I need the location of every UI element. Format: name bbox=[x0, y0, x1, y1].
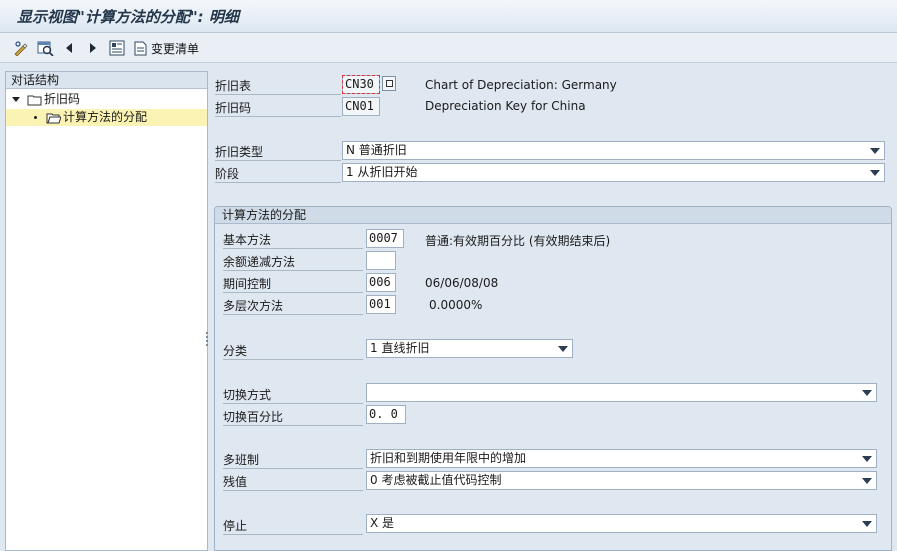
depreciation-key-label: 折旧码 bbox=[215, 99, 341, 117]
declining-balance-field[interactable] bbox=[366, 251, 396, 270]
chart-of-depreciation-label: 折旧表 bbox=[215, 77, 341, 95]
previous-entry-icon[interactable] bbox=[62, 39, 76, 57]
period-control-field[interactable]: 006 bbox=[366, 273, 396, 292]
stop-label: 停止 bbox=[223, 517, 363, 535]
chevron-down-icon[interactable] bbox=[862, 478, 872, 484]
tree-bullet-icon bbox=[34, 116, 37, 119]
chart-of-depreciation-field[interactable]: CN30 bbox=[342, 75, 380, 94]
stop-value: X 是 bbox=[370, 516, 395, 530]
dialog-structure-panel: 对话结构 折旧码 计算方法的分配 bbox=[5, 71, 208, 551]
title-bar: 显示视图"计算方法的分配": 明细 bbox=[0, 0, 897, 33]
switch-percentage-label: 切换百分比 bbox=[223, 408, 363, 426]
multilevel-method-label: 多层次方法 bbox=[223, 297, 363, 315]
depreciation-key-field[interactable]: CN01 bbox=[342, 97, 380, 116]
base-method-description: 普通:有效期百分比 (有效期结束后) bbox=[425, 234, 611, 248]
change-list-label: 变更清单 bbox=[151, 41, 200, 56]
next-entry-icon[interactable] bbox=[86, 39, 100, 57]
base-method-field[interactable]: 0007 bbox=[366, 229, 404, 248]
chevron-down-icon[interactable] bbox=[558, 346, 568, 352]
open-folder-icon bbox=[46, 113, 61, 123]
tree-node-label: 计算方法的分配 bbox=[63, 110, 148, 124]
multi-shift-value: 折旧和到期使用年限中的增加 bbox=[370, 451, 527, 465]
tree-node-depreciation-key[interactable]: 折旧码 bbox=[12, 91, 202, 108]
chart-of-depreciation-description: Chart of Depreciation: Germany bbox=[425, 78, 617, 92]
chevron-down-icon[interactable] bbox=[870, 170, 880, 176]
variable-list-icon[interactable] bbox=[108, 39, 126, 57]
phase-label: 阶段 bbox=[215, 165, 341, 183]
stop-dropdown[interactable]: X 是 bbox=[366, 514, 877, 533]
switch-method-label: 切换方式 bbox=[223, 386, 363, 404]
change-list-button[interactable]: 变更清单 bbox=[134, 39, 206, 57]
residual-value-label: 残值 bbox=[223, 473, 363, 491]
expand-triangle-icon[interactable] bbox=[12, 97, 20, 102]
period-control-label: 期间控制 bbox=[223, 275, 363, 293]
multilevel-method-description: 0.0000% bbox=[429, 298, 483, 312]
chevron-down-icon[interactable] bbox=[862, 390, 872, 396]
residual-value-value: 0 考虑被截止值代码控制 bbox=[370, 473, 502, 487]
chevron-down-icon[interactable] bbox=[870, 148, 880, 154]
depreciation-type-label: 折旧类型 bbox=[215, 143, 341, 161]
chart-select-icon[interactable] bbox=[382, 76, 396, 91]
folder-icon bbox=[27, 95, 42, 105]
chevron-down-icon[interactable] bbox=[862, 521, 872, 527]
dialog-structure-header: 对话结构 bbox=[6, 72, 207, 89]
class-label: 分类 bbox=[223, 342, 363, 360]
tree-node-label: 折旧码 bbox=[44, 92, 81, 106]
switch-method-dropdown[interactable] bbox=[366, 383, 877, 402]
pane-splitter[interactable] bbox=[206, 330, 209, 352]
tree-node-assignment-calc-method[interactable]: 计算方法的分配 bbox=[6, 109, 207, 126]
phase-value: 1 从折旧开始 bbox=[346, 165, 418, 179]
depreciation-type-dropdown[interactable]: N 普通折旧 bbox=[342, 141, 885, 160]
class-value: 1 直线折旧 bbox=[370, 341, 430, 355]
declining-balance-label: 余额递减方法 bbox=[223, 253, 363, 271]
depreciation-type-value: N 普通折旧 bbox=[346, 143, 407, 157]
phase-dropdown[interactable]: 1 从折旧开始 bbox=[342, 163, 885, 182]
base-method-label: 基本方法 bbox=[223, 231, 363, 249]
find-icon[interactable] bbox=[36, 39, 54, 57]
multilevel-method-field[interactable]: 001 bbox=[366, 295, 396, 314]
switch-percentage-field[interactable]: 0. 0 bbox=[366, 405, 406, 424]
window-title: 显示视图"计算方法的分配": 明细 bbox=[17, 8, 239, 26]
residual-value-dropdown[interactable]: 0 考虑被截止值代码控制 bbox=[366, 471, 877, 490]
chevron-down-icon[interactable] bbox=[862, 456, 872, 462]
period-control-description: 06/06/08/08 bbox=[425, 276, 499, 290]
group-title: 计算方法的分配 bbox=[215, 207, 891, 224]
multi-shift-label: 多班制 bbox=[223, 451, 363, 469]
application-toolbar: 变更清单 bbox=[0, 33, 897, 63]
display-change-toggle-icon[interactable] bbox=[12, 39, 30, 57]
multi-shift-dropdown[interactable]: 折旧和到期使用年限中的增加 bbox=[366, 449, 877, 468]
class-dropdown[interactable]: 1 直线折旧 bbox=[366, 339, 573, 358]
depreciation-key-description: Depreciation Key for China bbox=[425, 99, 586, 113]
document-icon bbox=[134, 41, 147, 55]
